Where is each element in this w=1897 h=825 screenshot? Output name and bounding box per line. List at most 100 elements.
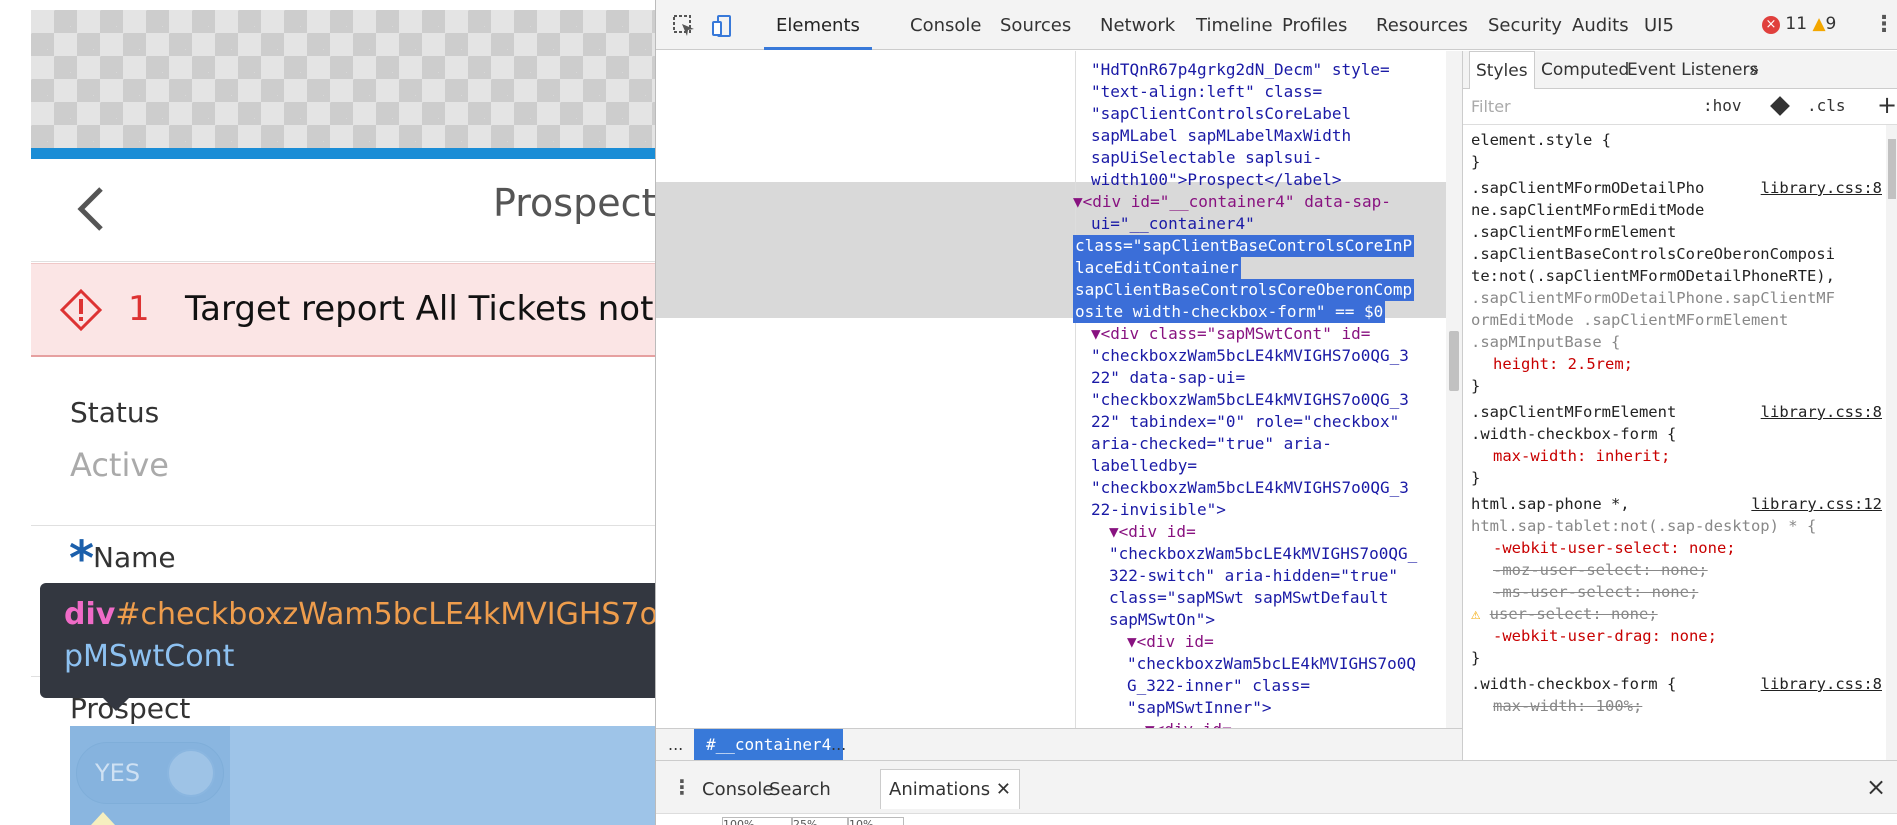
device-mode-icon[interactable] [711, 14, 735, 38]
drawer-menu-icon[interactable]: ⋮ [672, 775, 692, 799]
dom-line[interactable]: 22-invisible"> [1091, 499, 1226, 521]
style-rule-line[interactable]: .sapClientMFormElement [1471, 401, 1676, 423]
dom-line[interactable]: "checkboxzWam5bcLE4kMVIGHS7o0QG_ [1109, 543, 1417, 565]
dom-line[interactable]: sapUiSelectable saplsui- [1091, 147, 1322, 169]
style-rule-line[interactable]: .sapClientMFormODetailPhone.sapClientMF [1471, 287, 1835, 309]
breadcrumb-item[interactable]: ... [668, 735, 683, 754]
tab-network[interactable]: Network [1100, 0, 1175, 50]
dom-line[interactable]: class="sapClientBaseControlsCoreInP [1073, 235, 1415, 257]
dom-line[interactable]: 22" tabindex="0" role="checkbox" [1091, 411, 1399, 433]
dom-line[interactable]: ▼<div id= [1145, 719, 1232, 728]
dom-line[interactable]: sapMSwtOn"> [1109, 609, 1215, 631]
dom-line[interactable]: laceEditContainer [1073, 257, 1241, 279]
dom-scrollbar[interactable] [1446, 51, 1462, 728]
tab-profiles[interactable]: Profiles [1282, 0, 1347, 50]
inspect-element-icon[interactable] [672, 14, 696, 38]
dom-line[interactable]: ▼<div class="sapMSwtCont" id= [1091, 323, 1370, 345]
style-rule-line[interactable]: height: 2.5rem; [1493, 353, 1633, 375]
stylesheet-link[interactable]: library.css:8 [1761, 177, 1882, 199]
hover-state-toggle[interactable]: :hov [1703, 96, 1742, 115]
tab-ui5[interactable]: UI5 [1644, 0, 1674, 50]
style-rule-line[interactable]: ne.sapClientMFormEditMode [1471, 199, 1704, 221]
tab-styles[interactable]: Styles [1469, 51, 1535, 89]
style-rule-line[interactable]: .sapClientMFormElement [1471, 221, 1676, 243]
tab-console[interactable]: Console [910, 0, 981, 50]
dom-line[interactable]: aria-checked="true" aria- [1091, 433, 1332, 455]
dom-line[interactable]: 322-switch" aria-hidden="true" [1109, 565, 1398, 587]
elements-dom-tree[interactable]: "HdTQnR67p4grkg2dN_Decm" style= "text-ali… [656, 51, 1462, 728]
dom-line[interactable]: G_322-inner" class= [1127, 675, 1310, 697]
stylesheet-link[interactable]: library.css:8 [1761, 673, 1882, 695]
style-rule-line[interactable]: html.sap-tablet:not(.sap-desktop) * { [1471, 515, 1816, 537]
drawer-tab-animations[interactable]: Animations ✕ [880, 769, 1020, 809]
node-options-icon[interactable]: ··· [668, 152, 693, 168]
back-button[interactable] [73, 181, 109, 247]
dom-line[interactable]: "checkboxzWam5bcLE4kMVIGHS7o0QG_3 [1091, 389, 1409, 411]
dom-line[interactable]: sapMLabel sapMLabelMaxWidth [1091, 125, 1351, 147]
style-rule-line[interactable]: max-width: inherit; [1493, 445, 1670, 467]
dom-line[interactable]: osite width-checkbox-form" == $0 [1073, 301, 1386, 323]
speed-option[interactable]: 10% [848, 817, 904, 825]
dom-line[interactable]: class="sapMSwt sapMSwtDefault [1109, 587, 1388, 609]
more-tabs-icon[interactable]: » [1749, 51, 1759, 89]
tab-elements[interactable]: Elements [764, 0, 872, 50]
style-rule-line[interactable]: max-width: 100%; [1493, 695, 1642, 717]
scroll-thumb[interactable] [1888, 139, 1896, 199]
switch-knob[interactable] [167, 749, 215, 797]
new-rule-button[interactable]: + [1877, 91, 1897, 119]
drawer-tab-console[interactable]: Console [702, 779, 773, 800]
tab-security[interactable]: Security [1488, 0, 1562, 50]
dom-line[interactable]: "text-align:left" class= [1091, 81, 1322, 103]
style-rule-line[interactable]: te:not(.sapClientMFormODetailPhoneRTE), [1471, 265, 1835, 287]
drawer-tab-search[interactable]: Search [769, 779, 831, 800]
style-rule-line[interactable]: -moz-user-select: none; [1493, 559, 1708, 581]
tab-computed[interactable]: Computed [1541, 51, 1629, 89]
styles-scrollbar[interactable] [1886, 125, 1897, 760]
style-rule-line[interactable]: } [1471, 375, 1480, 397]
class-toggle[interactable]: .cls [1807, 96, 1846, 115]
style-rule-line[interactable]: .width-checkbox-form { [1471, 423, 1676, 445]
style-rule-line[interactable]: -ms-user-select: none; [1493, 581, 1698, 603]
tab-resources[interactable]: Resources [1376, 0, 1468, 50]
dom-line[interactable]: "checkboxzWam5bcLE4kMVIGHS7o0QG_3 [1091, 477, 1409, 499]
filter-input[interactable]: Filter [1471, 97, 1511, 116]
dom-line[interactable]: "checkboxzWam5bcLE4kMVIGHS7o0QG_3 [1091, 345, 1409, 367]
scroll-thumb[interactable] [1449, 331, 1459, 391]
breadcrumb-item-active[interactable]: #__container4 [694, 729, 844, 761]
style-rule-line[interactable]: ⚠ user-select: none; [1471, 603, 1658, 625]
dom-line[interactable]: "checkboxzWam5bcLE4kMVIGHS7o0Q [1127, 653, 1416, 675]
style-rule-line[interactable]: } [1471, 151, 1480, 173]
error-message-strip[interactable]: 1 Target report All Tickets not assi [31, 263, 655, 357]
speed-option[interactable]: 100% [722, 817, 792, 825]
close-tab-icon[interactable]: ✕ [996, 779, 1011, 800]
dom-line[interactable]: "HdTQnR67p4grkg2dN_Decm" style= [1091, 59, 1390, 81]
element-state-icon[interactable] [1770, 96, 1790, 116]
customize-menu-icon[interactable]: ⋮ [1873, 12, 1895, 37]
style-rule-line[interactable]: -webkit-user-drag: none; [1493, 625, 1717, 647]
stylesheet-link[interactable]: library.css:8 [1761, 401, 1882, 423]
dom-line[interactable]: "sapMSwtInner"> [1127, 697, 1272, 719]
style-rule-line[interactable]: } [1471, 647, 1480, 669]
breadcrumb-item[interactable]: ... [831, 735, 846, 754]
dom-line[interactable]: ▼<div id="__container4" data-sap- [1073, 191, 1391, 213]
style-rule-line[interactable]: element.style { [1471, 129, 1611, 151]
tab-audits[interactable]: Audits [1572, 0, 1629, 50]
style-rule-line[interactable]: .width-checkbox-form { [1471, 673, 1676, 695]
tab-sources[interactable]: Sources [1000, 0, 1071, 50]
style-rule-line[interactable]: html.sap-phone *, [1471, 493, 1630, 515]
tab-timeline[interactable]: Timeline [1196, 0, 1273, 50]
dom-line[interactable]: sapClientBaseControlsCoreOberonComp [1073, 279, 1415, 301]
stylesheet-link[interactable]: library.css:12 [1751, 493, 1882, 515]
prospect-switch[interactable]: YES [70, 726, 230, 825]
speed-option[interactable]: 25% [792, 817, 848, 825]
style-rule-line[interactable]: .sapMInputBase { [1471, 331, 1620, 353]
dom-line[interactable]: labelledby= [1091, 455, 1197, 477]
dom-line[interactable]: ui="__container4" [1091, 213, 1255, 235]
close-drawer-icon[interactable]: × [1866, 773, 1886, 801]
style-rule-line[interactable]: .sapClientMFormODetailPho [1471, 177, 1704, 199]
dom-line[interactable]: width100">Prospect</label> [1091, 169, 1341, 191]
style-rule-line[interactable]: -webkit-user-select: none; [1493, 537, 1736, 559]
dom-line[interactable]: ▼<div id= [1109, 521, 1196, 543]
dom-line[interactable]: "sapClientControlsCoreLabel [1091, 103, 1351, 125]
dom-line[interactable]: 22" data-sap-ui= [1091, 367, 1245, 389]
